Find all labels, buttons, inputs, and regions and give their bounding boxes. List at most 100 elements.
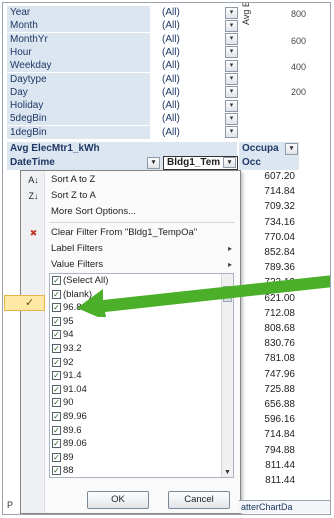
y-tick-label: 800 xyxy=(291,9,307,19)
scrollbar-thumb[interactable] xyxy=(223,286,232,302)
filter-list-item-label: 90 xyxy=(63,397,74,409)
filter-dropdown-button[interactable]: ▾ xyxy=(225,19,238,32)
filter-value-list[interactable]: ✓ (Select All) ✓ (blank) ✓ 96.8 ✓ 95 ✓ 94 ✓ 93.2 ✓ 92… xyxy=(49,273,234,478)
clear-filter-icon: ✖ xyxy=(29,228,38,238)
filter-field-value: (All) xyxy=(162,86,180,98)
checkbox[interactable]: ✓ xyxy=(52,439,61,449)
occupancy-dropdown-button[interactable]: ▾ xyxy=(285,143,298,155)
filter-field-name: MonthYr xyxy=(7,32,150,46)
checkbox[interactable]: ✓ xyxy=(52,398,61,408)
checkbox[interactable]: ✓ xyxy=(52,316,61,326)
checkbox[interactable]: ✓ xyxy=(52,357,61,367)
filter-dropdown-button[interactable]: ▾ xyxy=(225,73,238,85)
filter-list-item[interactable]: ✓ 89.6 xyxy=(52,425,82,437)
filter-list-item[interactable]: ✓ 89.06 xyxy=(52,438,87,450)
pivot-value-cell: 725.88 xyxy=(264,383,295,395)
checkbox[interactable]: ✓ xyxy=(52,411,61,421)
checkbox[interactable]: ✓ xyxy=(52,275,61,285)
pivot-value-cell: 596.16 xyxy=(264,414,295,426)
more-sort-options-item[interactable]: More Sort Options... xyxy=(21,204,240,220)
menu-item-label: Sort Z to A xyxy=(51,190,96,201)
checkbox[interactable]: ✓ xyxy=(52,384,61,394)
scroll-down-icon[interactable]: ▼ xyxy=(224,469,231,476)
filter-list-item[interactable]: ✓ 91.04 xyxy=(52,384,87,396)
filter-list-item-label: 95 xyxy=(63,315,74,327)
value-filters-item[interactable]: Value Filters ▸ xyxy=(21,257,240,273)
occupancy-column-header[interactable]: Occupa ▾ xyxy=(239,142,299,156)
clear-filter-item[interactable]: ✖ Clear Filter From "Bldg1_TempOa" xyxy=(21,225,240,241)
ok-button[interactable]: OK xyxy=(87,491,149,509)
pivot-value-cell: 789.36 xyxy=(264,262,295,274)
filter-list-item[interactable]: ✓ (Select All) xyxy=(52,275,108,287)
filter-field-value: (All) xyxy=(162,7,180,18)
filter-field-value: (All) xyxy=(162,20,180,32)
checkbox[interactable]: ✓ xyxy=(52,330,61,340)
checkbox[interactable]: ✓ xyxy=(52,466,61,476)
filter-row: 5degBin (All) ▾ xyxy=(7,112,239,126)
filter-dropdown-button[interactable]: ▾ xyxy=(225,112,238,125)
filter-dropdown-button[interactable]: ▾ xyxy=(225,33,238,46)
filter-field-value: (All) xyxy=(162,113,180,125)
filter-list-item[interactable]: ✓ (blank) xyxy=(52,289,92,301)
filter-row: Daytype (All) ▾ xyxy=(7,72,239,86)
pivot-value-cell: 712.08 xyxy=(264,307,295,319)
filter-list-item[interactable]: ✓ 92 xyxy=(52,357,74,369)
cancel-button[interactable]: Cancel xyxy=(168,491,230,509)
filter-list-item[interactable]: ✓ 89 xyxy=(52,452,74,464)
pivot-value-cell: 607.20 xyxy=(264,171,295,182)
occ-header: Occ xyxy=(239,156,299,170)
filter-row: Month (All) ▾ xyxy=(7,19,239,33)
list-scrollbar[interactable]: ▼ xyxy=(221,274,233,477)
filter-list-item[interactable]: ✓ 95 xyxy=(52,316,74,328)
filter-field-name: Month xyxy=(7,19,150,33)
filter-dropdown-button[interactable]: ▾ xyxy=(225,99,238,112)
filter-field-name: 5degBin xyxy=(7,112,150,126)
sheet-tab-scatter-chart-data[interactable]: atterChartDa xyxy=(239,500,330,513)
filter-list-item-label: 89.6 xyxy=(63,424,82,436)
sort-z-to-a-item[interactable]: Z↓ Sort Z to A xyxy=(21,188,240,204)
sort-ascending-icon: A↓ xyxy=(28,175,39,185)
filter-list-item-label: 89 xyxy=(63,451,74,463)
pivot-value-cell: 621.00 xyxy=(264,292,295,304)
datetime-dropdown-button[interactable]: ▾ xyxy=(147,157,160,169)
filter-list-item[interactable]: ✓ 96.8 xyxy=(52,302,82,314)
checkbox[interactable]: ✓ xyxy=(52,303,61,313)
filter-list-item[interactable]: ✓ 93.2 xyxy=(52,343,82,355)
sort-a-to-z-item[interactable]: A↓ Sort A to Z xyxy=(21,172,240,188)
filter-dropdown-button[interactable]: ▾ xyxy=(225,86,238,99)
label-filters-item[interactable]: Label Filters ▸ xyxy=(21,241,240,257)
filter-list-item[interactable]: ✓ 94 xyxy=(52,329,74,341)
filter-list-item[interactable]: ✓ 89.96 xyxy=(52,411,87,423)
filter-list-item-label: (blank) xyxy=(63,288,93,300)
filter-dropdown-button[interactable]: ▾ xyxy=(225,6,238,19)
filter-row: Year (All) ▾ xyxy=(7,6,239,19)
filter-dropdown-button[interactable]: ▾ xyxy=(223,157,236,168)
filter-field-name: 1degBin xyxy=(7,125,150,139)
filter-dropdown-button[interactable]: ▾ xyxy=(225,126,238,139)
checkbox[interactable]: ✓ xyxy=(52,289,61,299)
sheet-tab-left[interactable]: P xyxy=(7,500,21,512)
pivot-value-cell: 781.08 xyxy=(264,353,295,365)
checkbox[interactable]: ✓ xyxy=(52,452,61,462)
pivot-value-cell: 808.68 xyxy=(264,323,295,334)
bldg-temp-field-header[interactable]: Bldg1_Tem ▾ xyxy=(163,156,238,170)
filter-row: Weekday (All) ▾ xyxy=(7,59,239,73)
checkbox[interactable]: ✓ xyxy=(52,343,61,353)
filter-list-item[interactable]: ✓ 88 xyxy=(52,465,74,477)
filter-list-item[interactable]: ✓ 91.4 xyxy=(52,370,82,382)
checkbox[interactable]: ✓ xyxy=(52,371,61,381)
pivot-value-cell: 747.96 xyxy=(264,368,295,380)
menu-icon-gutter xyxy=(21,171,45,513)
chart-axis-title: Avg El xyxy=(241,2,251,25)
filter-row: MonthYr (All) ▾ xyxy=(7,32,239,46)
filter-list-item[interactable]: ✓ 90 xyxy=(52,397,74,409)
filter-dropdown-button[interactable]: ▾ xyxy=(225,46,238,59)
checkbox[interactable]: ✓ xyxy=(52,425,61,435)
filter-list-item-label: 89.96 xyxy=(63,411,87,422)
filter-list-item-label: 91.4 xyxy=(63,370,82,382)
menu-item-label: More Sort Options... xyxy=(51,206,137,217)
filter-dropdown-button[interactable]: ▾ xyxy=(225,59,238,72)
filter-row: Day (All) ▾ xyxy=(7,85,239,99)
sort-descending-icon: Z↓ xyxy=(28,191,39,201)
excel-window: Year (All) ▾ Month (All) ▾ MonthYr (All) ▾ Hour (A… xyxy=(2,2,331,515)
